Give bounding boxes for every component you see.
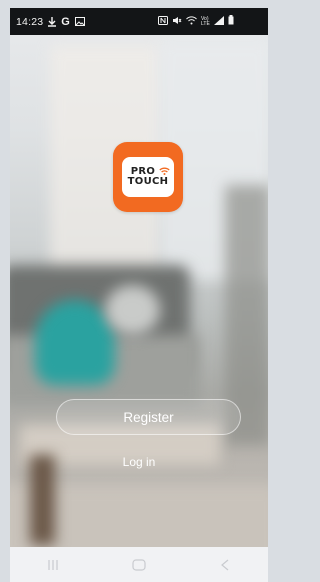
status-bar: 14:23 G Vo) LTE [10, 8, 268, 35]
recents-icon[interactable] [38, 555, 68, 575]
protouch-logo: PRO TOUCH [113, 142, 183, 212]
welcome-screen: PRO TOUCH Register Log in [10, 35, 268, 547]
phone-screen: 14:23 G Vo) LTE PRO TOUCH Register Log i… [10, 8, 268, 582]
nfc-icon [158, 15, 168, 28]
back-icon[interactable] [210, 555, 240, 575]
google-icon: G [61, 15, 70, 28]
gallery-icon [74, 17, 85, 26]
logo-badge: PRO TOUCH [122, 157, 174, 197]
volte-icon: Vo) LTE [201, 15, 210, 27]
signal-icon [214, 15, 224, 28]
register-button[interactable]: Register [56, 399, 241, 435]
wifi-icon [186, 15, 197, 28]
battery-icon [228, 15, 234, 28]
login-link[interactable]: Log in [10, 455, 268, 469]
wifi-icon [159, 162, 170, 180]
mute-icon [172, 16, 182, 28]
navigation-bar [10, 547, 268, 582]
home-icon[interactable] [124, 555, 154, 575]
status-time: 14:23 [16, 15, 44, 28]
download-icon [48, 16, 57, 27]
